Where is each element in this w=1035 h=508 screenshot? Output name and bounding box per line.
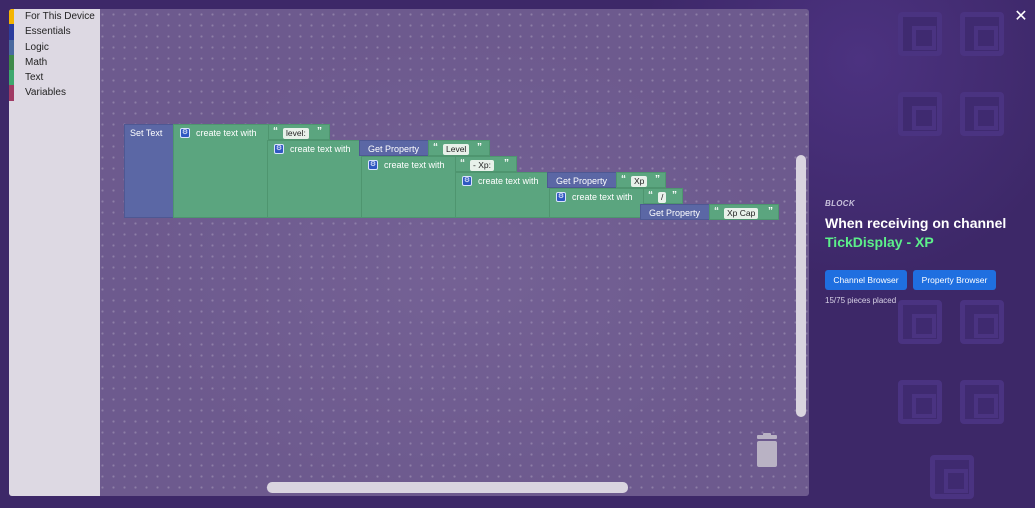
close-quote: ”: [672, 190, 677, 201]
channel-name: TickDisplay - XP: [825, 234, 934, 250]
toolbox-category-math[interactable]: Math: [9, 54, 100, 71]
get-property-block-level[interactable]: Get Property: [359, 140, 429, 156]
category-swatch: [9, 39, 14, 55]
open-quote: “: [714, 206, 719, 217]
create-text-with-block-3[interactable]: ⚙ create text with: [361, 156, 457, 218]
get-property-label: Get Property: [649, 208, 701, 218]
text-string-block-level[interactable]: “ level: ”: [268, 124, 330, 140]
gear-icon[interactable]: ⚙: [274, 144, 284, 154]
get-property-label: Get Property: [556, 176, 608, 186]
category-swatch: [9, 9, 14, 25]
gear-icon[interactable]: ⚙: [556, 192, 566, 202]
category-label: Text: [25, 72, 44, 84]
property-field-level[interactable]: Level: [443, 144, 470, 155]
text-string-block-slash[interactable]: “ / ”: [643, 188, 683, 204]
text-string-block-xp[interactable]: “ - Xp: ”: [455, 156, 517, 172]
create-text-with-block-5[interactable]: ⚙ create text with: [549, 188, 645, 218]
horizontal-scrollbar[interactable]: [267, 482, 628, 493]
text-field-level[interactable]: level:: [283, 128, 309, 139]
create-text-label: create text with: [290, 144, 351, 154]
channel-browser-button[interactable]: Channel Browser: [825, 270, 907, 290]
get-property-label: Get Property: [368, 144, 420, 154]
category-label: Essentials: [25, 26, 71, 38]
category-label: Logic: [25, 41, 49, 53]
close-quote: ”: [317, 126, 322, 137]
create-text-label: create text with: [572, 192, 633, 202]
category-label: Variables: [25, 87, 66, 99]
gear-icon[interactable]: ⚙: [180, 128, 190, 138]
create-text-with-block-2[interactable]: ⚙ create text with: [267, 140, 363, 218]
text-string-block-xp-cap[interactable]: “ Xp Cap ”: [709, 204, 779, 220]
toolbox-category-variables[interactable]: Variables: [9, 85, 100, 101]
vertical-scrollbar[interactable]: [796, 155, 806, 417]
open-quote: “: [433, 142, 438, 153]
close-quote: ”: [768, 206, 773, 217]
toolbox-category-text[interactable]: Text: [9, 70, 100, 86]
close-quote: ”: [504, 158, 509, 169]
category-label: Math: [25, 56, 48, 68]
gear-icon[interactable]: ⚙: [462, 176, 472, 186]
pieces-placed-counter: 15/75 pieces placed: [825, 296, 897, 305]
set-text-block[interactable]: Set Text: [124, 124, 174, 218]
category-swatch: [9, 85, 14, 101]
gear-icon[interactable]: ⚙: [368, 160, 378, 170]
set-text-label: Set Text: [130, 128, 163, 138]
category-label: For This Device: [25, 11, 95, 22]
text-field-slash[interactable]: /: [658, 192, 667, 203]
create-text-with-block-4[interactable]: ⚙ create text with: [455, 172, 551, 218]
create-text-label: create text with: [384, 160, 445, 170]
toolbox-category-essentials[interactable]: Essentials: [9, 24, 100, 40]
open-quote: “: [460, 158, 465, 169]
close-button[interactable]: ✕: [1012, 8, 1030, 26]
close-quote: ”: [477, 142, 482, 153]
create-text-label: create text with: [478, 176, 539, 186]
text-field-xp[interactable]: - Xp:: [470, 160, 494, 171]
category-swatch: [9, 54, 14, 71]
property-field-xp-cap[interactable]: Xp Cap: [724, 208, 759, 219]
open-quote: “: [273, 126, 278, 137]
open-quote: “: [621, 174, 626, 185]
workspace-glow: [109, 9, 809, 496]
close-quote: ”: [655, 174, 660, 185]
open-quote: “: [648, 190, 653, 201]
block-kicker-label: BLOCK: [825, 199, 855, 208]
toolbox-category-logic[interactable]: Logic: [9, 39, 100, 55]
toolbox-category-for-this-device[interactable]: For This Device: [9, 9, 100, 25]
block-editor-workspace[interactable]: For This Device Essentials Logic Math Te…: [9, 9, 809, 496]
toolbox: For This Device Essentials Logic Math Te…: [9, 9, 100, 496]
create-text-with-block-1[interactable]: ⚙ create text with: [173, 124, 269, 218]
create-text-label: create text with: [196, 128, 257, 138]
category-swatch: [9, 24, 14, 40]
background-tiles: [810, 0, 1035, 508]
property-field-xp[interactable]: Xp: [631, 176, 648, 187]
block-title: When receiving on channel: [825, 215, 1007, 231]
text-string-block-level-property[interactable]: “ Level ”: [428, 140, 490, 156]
text-string-block-xp-property[interactable]: “ Xp ”: [616, 172, 666, 188]
property-browser-button[interactable]: Property Browser: [913, 270, 996, 290]
get-property-block-xp-cap[interactable]: Get Property: [640, 204, 710, 220]
get-property-block-xp[interactable]: Get Property: [547, 172, 617, 188]
category-swatch: [9, 70, 14, 86]
trash-icon[interactable]: [753, 433, 781, 469]
